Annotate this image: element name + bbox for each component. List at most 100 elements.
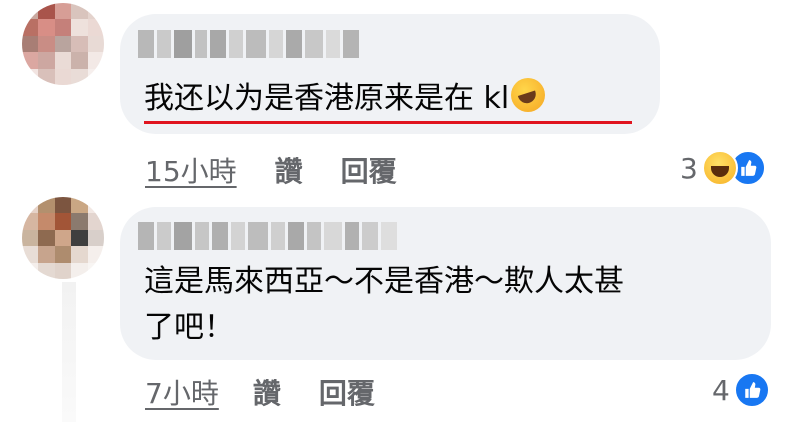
avatar-pixel <box>71 229 88 247</box>
comment-text: 這是馬來西亞～不是香港～欺人太甚 了吧！ <box>144 259 624 351</box>
name-blur-block <box>212 222 228 250</box>
avatar-pixel <box>38 35 55 53</box>
comment-actions: 7小時 讚 回覆 <box>145 372 375 412</box>
thread-line <box>62 282 76 422</box>
avatar-pixel <box>22 246 39 263</box>
avatar-pixel <box>22 229 39 247</box>
avatar-pixel <box>87 3 104 20</box>
reaction-count: 3 <box>680 151 698 185</box>
name-blur-block <box>174 222 192 250</box>
avatar-pixel <box>71 262 88 279</box>
avatar-pixel <box>54 213 72 230</box>
avatar-pixel <box>54 68 72 85</box>
comment-text-line: 我还以为是香港原来是在 kl <box>144 81 510 116</box>
comment-text-line: 了吧！ <box>144 310 234 345</box>
name-blur-block <box>381 222 397 250</box>
name-blur-block <box>307 222 321 250</box>
name-blur-block <box>231 222 245 250</box>
avatar-pixel <box>22 213 39 230</box>
avatar-pixel <box>38 52 55 69</box>
like-button[interactable]: 讚 <box>275 150 303 190</box>
avatar-pixel <box>38 68 55 85</box>
name-blur-block <box>195 222 209 250</box>
haha-icon <box>701 150 738 186</box>
name-blur-block <box>269 30 283 58</box>
avatar-pixel <box>87 68 104 85</box>
name-blur-block <box>174 30 192 58</box>
rofl-emoji-icon <box>511 78 546 112</box>
name-blur-block <box>324 222 342 250</box>
name-blur-block <box>195 30 207 58</box>
avatar-pixel <box>87 246 104 263</box>
reaction-summary[interactable]: 4 <box>712 372 770 408</box>
comment-timestamp[interactable]: 15小時 <box>145 150 237 190</box>
avatar-pixel <box>54 35 72 53</box>
avatar-pixel <box>38 3 55 20</box>
avatar-pixel <box>22 35 39 53</box>
name-blur-block <box>343 30 359 58</box>
name-blur-block <box>271 222 285 250</box>
avatar-pixel <box>38 246 55 263</box>
avatar-pixel <box>22 3 39 20</box>
avatar-pixel <box>38 229 55 247</box>
name-blur-block <box>288 222 304 250</box>
name-blur-block <box>157 222 171 250</box>
comment-timestamp[interactable]: 7小時 <box>145 372 219 412</box>
avatar-pixel <box>71 35 88 53</box>
commenter-name-blurred[interactable] <box>138 30 359 58</box>
like-button[interactable]: 讚 <box>253 372 281 412</box>
reply-button[interactable]: 回覆 <box>341 150 397 190</box>
avatar-pixel <box>54 262 72 279</box>
name-blur-block <box>210 30 226 58</box>
commenter-name-blurred[interactable] <box>138 222 397 250</box>
name-blur-block <box>229 30 243 58</box>
comment-text: 我还以为是香港原来是在 kl <box>144 76 546 122</box>
comment-text-line: 這是馬來西亞～不是香港～欺人太甚 <box>144 264 624 299</box>
avatar-pixel <box>71 197 88 214</box>
name-blur-block <box>138 222 154 250</box>
name-blur-block <box>157 30 171 58</box>
name-blur-block <box>248 222 268 250</box>
name-blur-block <box>305 30 323 58</box>
avatar-pixel <box>54 197 72 214</box>
avatar-pixel <box>38 19 55 36</box>
avatar-pixel <box>22 262 39 279</box>
avatar-pixel <box>54 19 72 36</box>
name-blur-block <box>345 222 359 250</box>
avatar-pixel <box>71 213 88 230</box>
avatar-pixel <box>71 246 88 263</box>
avatar-pixel <box>87 197 104 214</box>
comment-actions: 15小時 讚 回覆 <box>145 150 397 190</box>
avatar-pixel <box>87 262 104 279</box>
like-icon <box>733 372 770 408</box>
avatar-pixel <box>22 19 39 36</box>
name-blur-block <box>362 222 378 250</box>
highlight-underline <box>144 121 632 124</box>
avatar-pixel <box>38 262 55 279</box>
reaction-count: 4 <box>712 373 730 407</box>
avatar-pixel <box>54 3 72 20</box>
avatar-pixel <box>71 68 88 85</box>
avatar-pixel <box>22 197 39 214</box>
reaction-summary[interactable]: 3 <box>680 150 766 186</box>
avatar-pixel <box>71 19 88 36</box>
name-blur-block <box>246 30 266 58</box>
avatar-pixel <box>87 52 104 69</box>
name-blur-block <box>138 30 154 58</box>
name-blur-block <box>326 30 340 58</box>
avatar-pixel <box>22 68 39 85</box>
commenter-avatar[interactable] <box>22 197 104 279</box>
avatar-pixel <box>87 213 104 230</box>
avatar-pixel <box>54 246 72 263</box>
avatar-pixel <box>71 3 88 20</box>
avatar-pixel <box>38 197 55 214</box>
avatar-pixel <box>87 35 104 53</box>
avatar-pixel <box>38 213 55 230</box>
avatar-pixel <box>71 52 88 69</box>
reply-button[interactable]: 回覆 <box>319 372 375 412</box>
avatar-pixel <box>54 229 72 247</box>
name-blur-block <box>286 30 302 58</box>
avatar-pixel <box>87 229 104 247</box>
avatar-pixel <box>54 52 72 69</box>
commenter-avatar[interactable] <box>22 3 104 85</box>
